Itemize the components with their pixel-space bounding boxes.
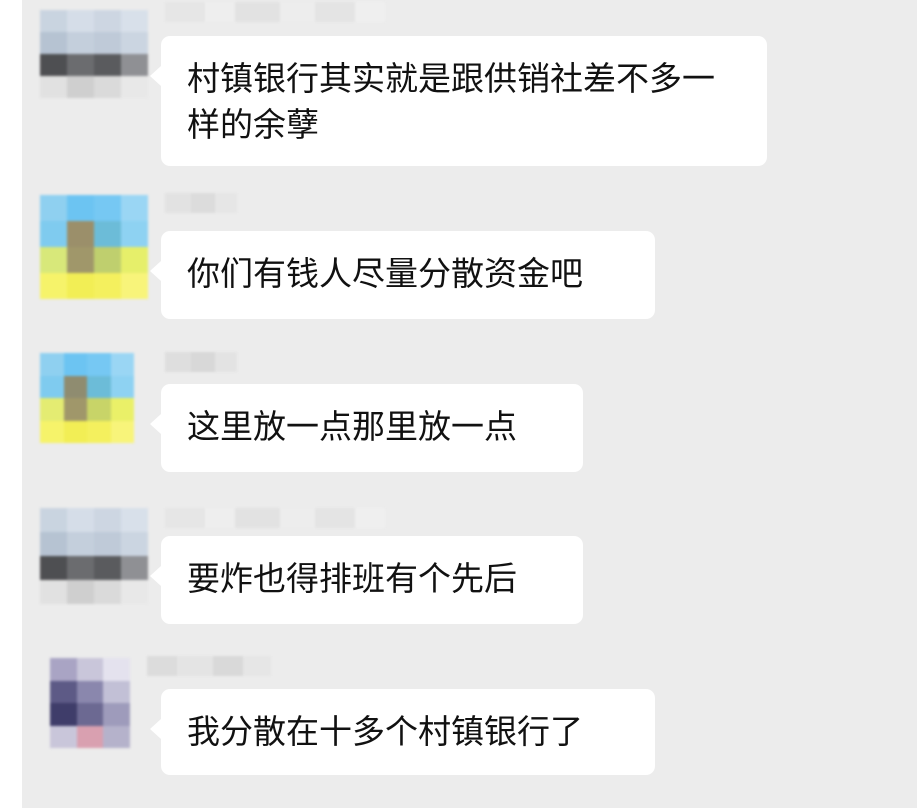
sender-name-blurred [165, 2, 385, 22]
message-bubble[interactable]: 这里放一点那里放一点 [150, 384, 583, 472]
sender-name-blurred [165, 508, 385, 528]
chat-window: 村镇银行其实就是跟供销社差不多一样的余孽 你们有钱人尽量分散资金吧 这里放一点那… [0, 0, 917, 808]
left-edge-strip [0, 0, 22, 808]
message-bubble[interactable]: 村镇银行其实就是跟供销社差不多一样的余孽 [150, 36, 767, 166]
message-text: 村镇银行其实就是跟供销社差不多一样的余孽 [187, 59, 715, 144]
message-text: 我分散在十多个村镇银行了 [187, 712, 583, 751]
sender-name-blurred [165, 352, 237, 372]
message-text: 要炸也得排班有个先后 [187, 559, 517, 598]
message-bubble[interactable]: 我分散在十多个村镇银行了 [150, 689, 655, 775]
sender-avatar[interactable] [50, 658, 130, 748]
sender-name-blurred [165, 193, 237, 213]
sender-avatar[interactable] [40, 195, 148, 299]
sender-avatar[interactable] [40, 10, 148, 98]
message-bubble[interactable]: 要炸也得排班有个先后 [150, 536, 583, 624]
sender-avatar[interactable] [40, 353, 134, 443]
message-text: 你们有钱人尽量分散资金吧 [187, 254, 583, 293]
message-bubble[interactable]: 你们有钱人尽量分散资金吧 [150, 231, 655, 319]
sender-name-blurred [147, 656, 271, 676]
message-text: 这里放一点那里放一点 [187, 407, 517, 446]
sender-avatar[interactable] [40, 508, 148, 604]
